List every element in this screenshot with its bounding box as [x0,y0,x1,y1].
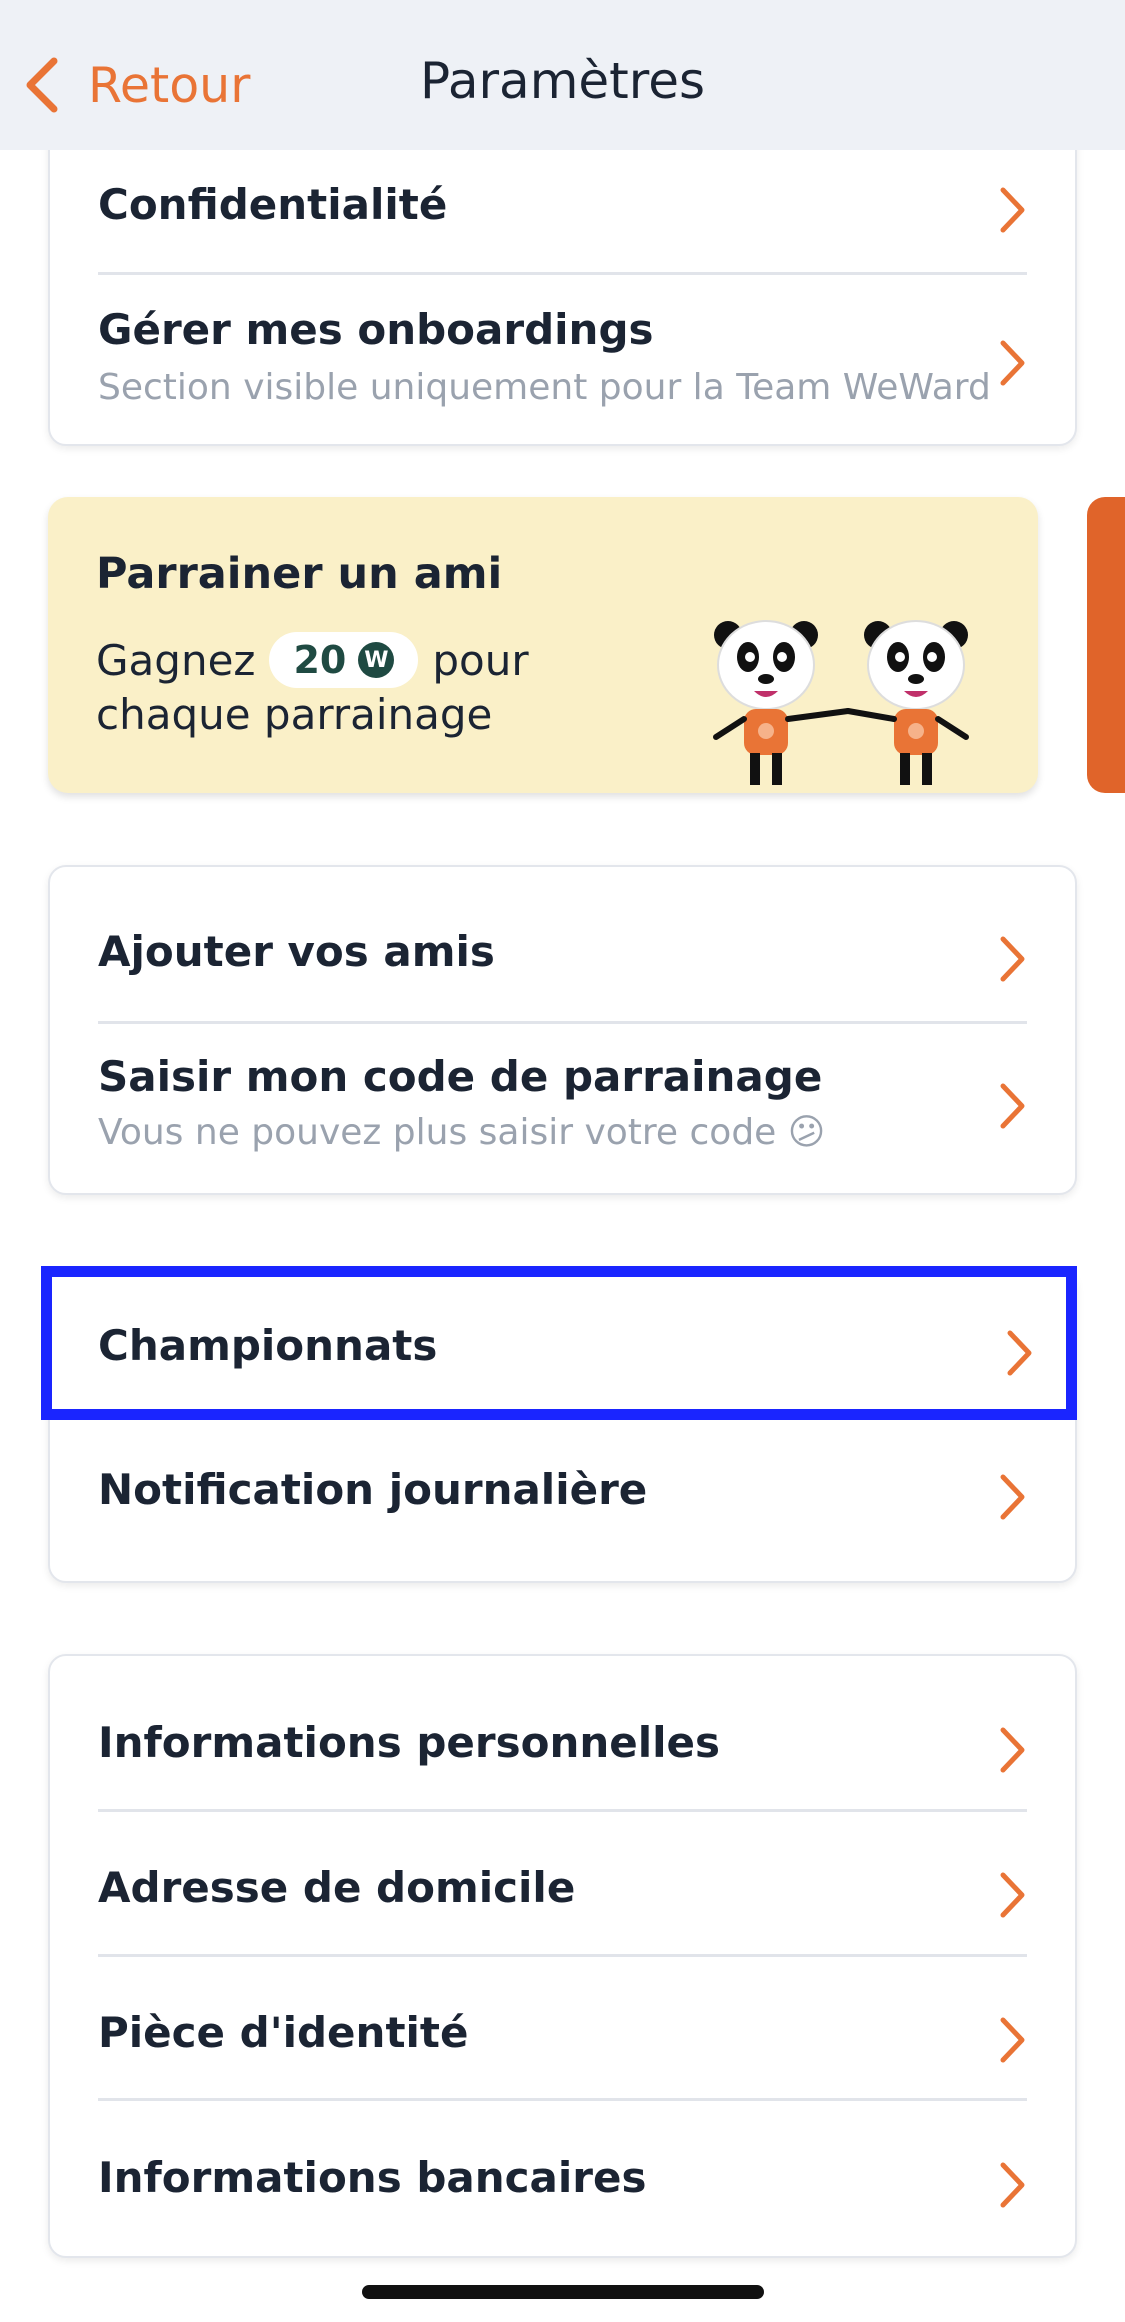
row-label: Saisir mon code de parrainage [98,1052,823,1101]
home-indicator [362,2285,764,2299]
settings-group-account: Informations personnelles Adresse de dom… [48,1654,1077,2258]
settings-group-privacy: Confidentialité Gérer mes onboardings Se… [48,100,1077,446]
pandas-illustration-icon [713,620,969,785]
row-label: Pièce d'identité [98,2008,469,2057]
divider [98,2098,1027,2101]
chevron-right-icon [1000,936,1025,982]
referral-title: Parrainer un ami [96,549,503,599]
reward-pill: 20 W [269,632,419,688]
row-informations-bancaires[interactable]: Informations bancaires [98,2131,1027,2231]
side-tab[interactable] [1087,497,1125,793]
page-title: Paramètres [419,52,706,110]
reward-amount: 20 [293,638,347,682]
row-label: Informations bancaires [98,2153,647,2202]
row-adresse-domicile[interactable]: Adresse de domicile [98,1841,1027,1941]
row-confidentialite[interactable]: Confidentialité [98,162,1027,252]
row-ajouter-amis[interactable]: Ajouter vos amis [98,907,1027,1007]
referral-gain-line2: chaque parrainage [96,690,493,739]
referral-gain-suffix: pour [432,635,529,685]
row-label: Ajouter vos amis [98,927,495,976]
row-onboardings[interactable]: Gérer mes onboardings Section visible un… [98,297,1027,417]
row-piece-identite[interactable]: Pièce d'identité [98,1986,1027,2086]
divider [98,1021,1027,1024]
chevron-right-icon [1000,187,1025,233]
row-label: Championnats [98,1321,438,1370]
divider [98,1954,1027,1957]
row-sublabel: Section visible uniquement pour la Team … [98,367,991,408]
chevron-right-icon [1000,2017,1025,2063]
referral-gain-line: Gagnez 20 W pour [96,632,529,688]
row-label: Confidentialité [98,180,448,229]
ward-coin-icon: W [358,642,395,678]
row-informations-personnelles[interactable]: Informations personnelles [98,1696,1027,1796]
chevron-right-icon [1007,1330,1032,1376]
row-label: Adresse de domicile [98,1863,576,1912]
nav-header: Retour Paramètres [0,0,1125,150]
chevron-right-icon [1000,1474,1025,1520]
chevron-right-icon [1000,340,1025,386]
settings-group-friends: Ajouter vos amis Saisir mon code de parr… [48,865,1077,1195]
chevron-right-icon [1000,1727,1025,1773]
divider [98,1809,1027,1812]
chevron-right-icon [1000,2162,1025,2208]
referral-banner[interactable]: Parrainer un ami Gagnez 20 W pour chaque… [48,497,1038,793]
row-notification-journaliere[interactable]: Notification journalière [98,1455,1027,1565]
row-label: Informations personnelles [98,1718,721,1767]
chevron-right-icon [1000,1872,1025,1918]
row-label: Notification journalière [98,1465,648,1514]
chevron-right-icon [1000,1083,1025,1129]
referral-gain-prefix: Gagnez [96,635,256,685]
row-label: Gérer mes onboardings [98,305,654,354]
row-code-parrainage[interactable]: Saisir mon code de parrainage Vous ne po… [98,1042,1027,1172]
divider [98,272,1027,275]
row-sublabel: Vous ne pouvez plus saisir votre code 😕 [98,1112,826,1153]
row-championnats[interactable]: Championnats [41,1266,1077,1420]
